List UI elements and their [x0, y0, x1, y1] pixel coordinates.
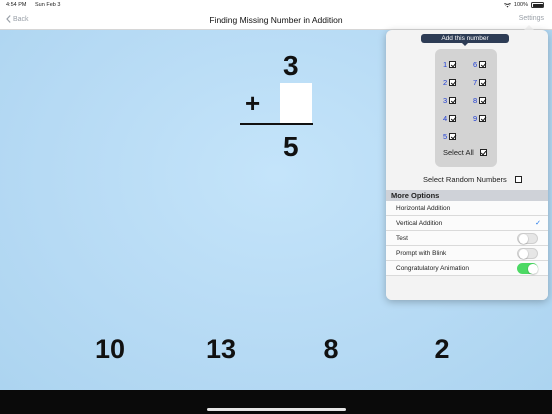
random-numbers-checkbox[interactable] [514, 176, 522, 183]
status-date: Sun Feb 3 [35, 2, 61, 8]
battery-percent: 100% [513, 2, 528, 8]
battery-icon [531, 2, 544, 8]
add-number-header: Add this number [421, 34, 509, 43]
answer-box[interactable] [280, 83, 312, 123]
toggle-knob [518, 234, 528, 244]
plus-sign: + [245, 88, 261, 118]
settings-button[interactable]: Settings [519, 15, 544, 22]
navigation-bar: Back Finding Missing Number in Addition … [0, 10, 552, 30]
number-checkbox[interactable] [479, 79, 487, 86]
congrats-animation-toggle[interactable] [517, 263, 538, 274]
number-checkbox[interactable] [449, 115, 457, 122]
number-item-9[interactable]: 9 [473, 114, 487, 123]
toggle-knob [518, 249, 528, 259]
number-label: 2 [443, 78, 448, 87]
sum-number: 5 [283, 131, 299, 162]
number-item-6[interactable]: 6 [473, 60, 487, 69]
more-options-header: More Options [386, 190, 548, 201]
test-toggle[interactable] [517, 233, 538, 244]
number-label: 3 [443, 96, 448, 105]
number-checkbox[interactable] [449, 61, 457, 68]
wifi-icon [503, 2, 511, 7]
option-label: Prompt with Blink [396, 250, 447, 257]
number-checkbox[interactable] [449, 133, 457, 140]
option-label: Test [396, 235, 408, 242]
select-all-label: Select All [443, 148, 474, 157]
option-horizontal-addition[interactable]: Horizontal Addition [386, 201, 548, 216]
option-test[interactable]: Test [386, 231, 548, 246]
number-label: 8 [473, 96, 478, 105]
select-all-row[interactable]: Select All [443, 148, 487, 157]
status-time: 4:54 PM [6, 2, 27, 8]
checkmark-icon: ✓ [535, 220, 541, 227]
number-checkbox[interactable] [449, 97, 457, 104]
settings-popover: Add this number 1 2 3 4 5 6 7 8 9 Select… [386, 30, 548, 300]
number-checkbox[interactable] [479, 115, 487, 122]
random-numbers-label: Select Random Numbers [423, 175, 507, 184]
choice-3[interactable]: 8 [301, 334, 361, 365]
number-label: 6 [473, 60, 478, 69]
number-label: 7 [473, 78, 478, 87]
home-indicator[interactable] [207, 408, 346, 411]
select-all-checkbox[interactable] [479, 149, 487, 156]
option-label: Horizontal Addition [396, 205, 451, 212]
option-prompt-with-blink[interactable]: Prompt with Blink [386, 246, 548, 261]
addend-number: 3 [283, 50, 299, 81]
number-item-4[interactable]: 4 [443, 114, 457, 123]
number-item-3[interactable]: 3 [443, 96, 457, 105]
number-item-2[interactable]: 2 [443, 78, 457, 87]
number-checkbox[interactable] [479, 61, 487, 68]
number-label: 9 [473, 114, 478, 123]
random-numbers-row[interactable]: Select Random Numbers [423, 175, 522, 184]
number-checkbox[interactable] [479, 97, 487, 104]
header-pointer [462, 43, 468, 46]
number-item-8[interactable]: 8 [473, 96, 487, 105]
option-congratulatory-animation[interactable]: Congratulatory Animation [386, 261, 548, 276]
option-label: Congratulatory Animation [396, 265, 469, 272]
toggle-knob [528, 264, 538, 274]
number-checkbox[interactable] [449, 79, 457, 86]
page-title: Finding Missing Number in Addition [209, 15, 343, 25]
choice-2[interactable]: 13 [191, 334, 251, 365]
number-item-7[interactable]: 7 [473, 78, 487, 87]
prompt-blink-toggle[interactable] [517, 248, 538, 259]
popover-footer [386, 282, 548, 300]
option-label: Vertical Addition [396, 220, 443, 227]
choice-1[interactable]: 10 [80, 334, 140, 365]
number-label: 1 [443, 60, 448, 69]
sum-line [240, 123, 313, 125]
number-label: 4 [443, 114, 448, 123]
choice-4[interactable]: 2 [412, 334, 472, 365]
number-label: 5 [443, 132, 448, 141]
status-bar: 4:54 PM Sun Feb 3 100% [0, 0, 552, 10]
number-item-1[interactable]: 1 [443, 60, 457, 69]
option-vertical-addition[interactable]: Vertical Addition ✓ [386, 216, 548, 231]
number-item-5[interactable]: 5 [443, 132, 457, 141]
